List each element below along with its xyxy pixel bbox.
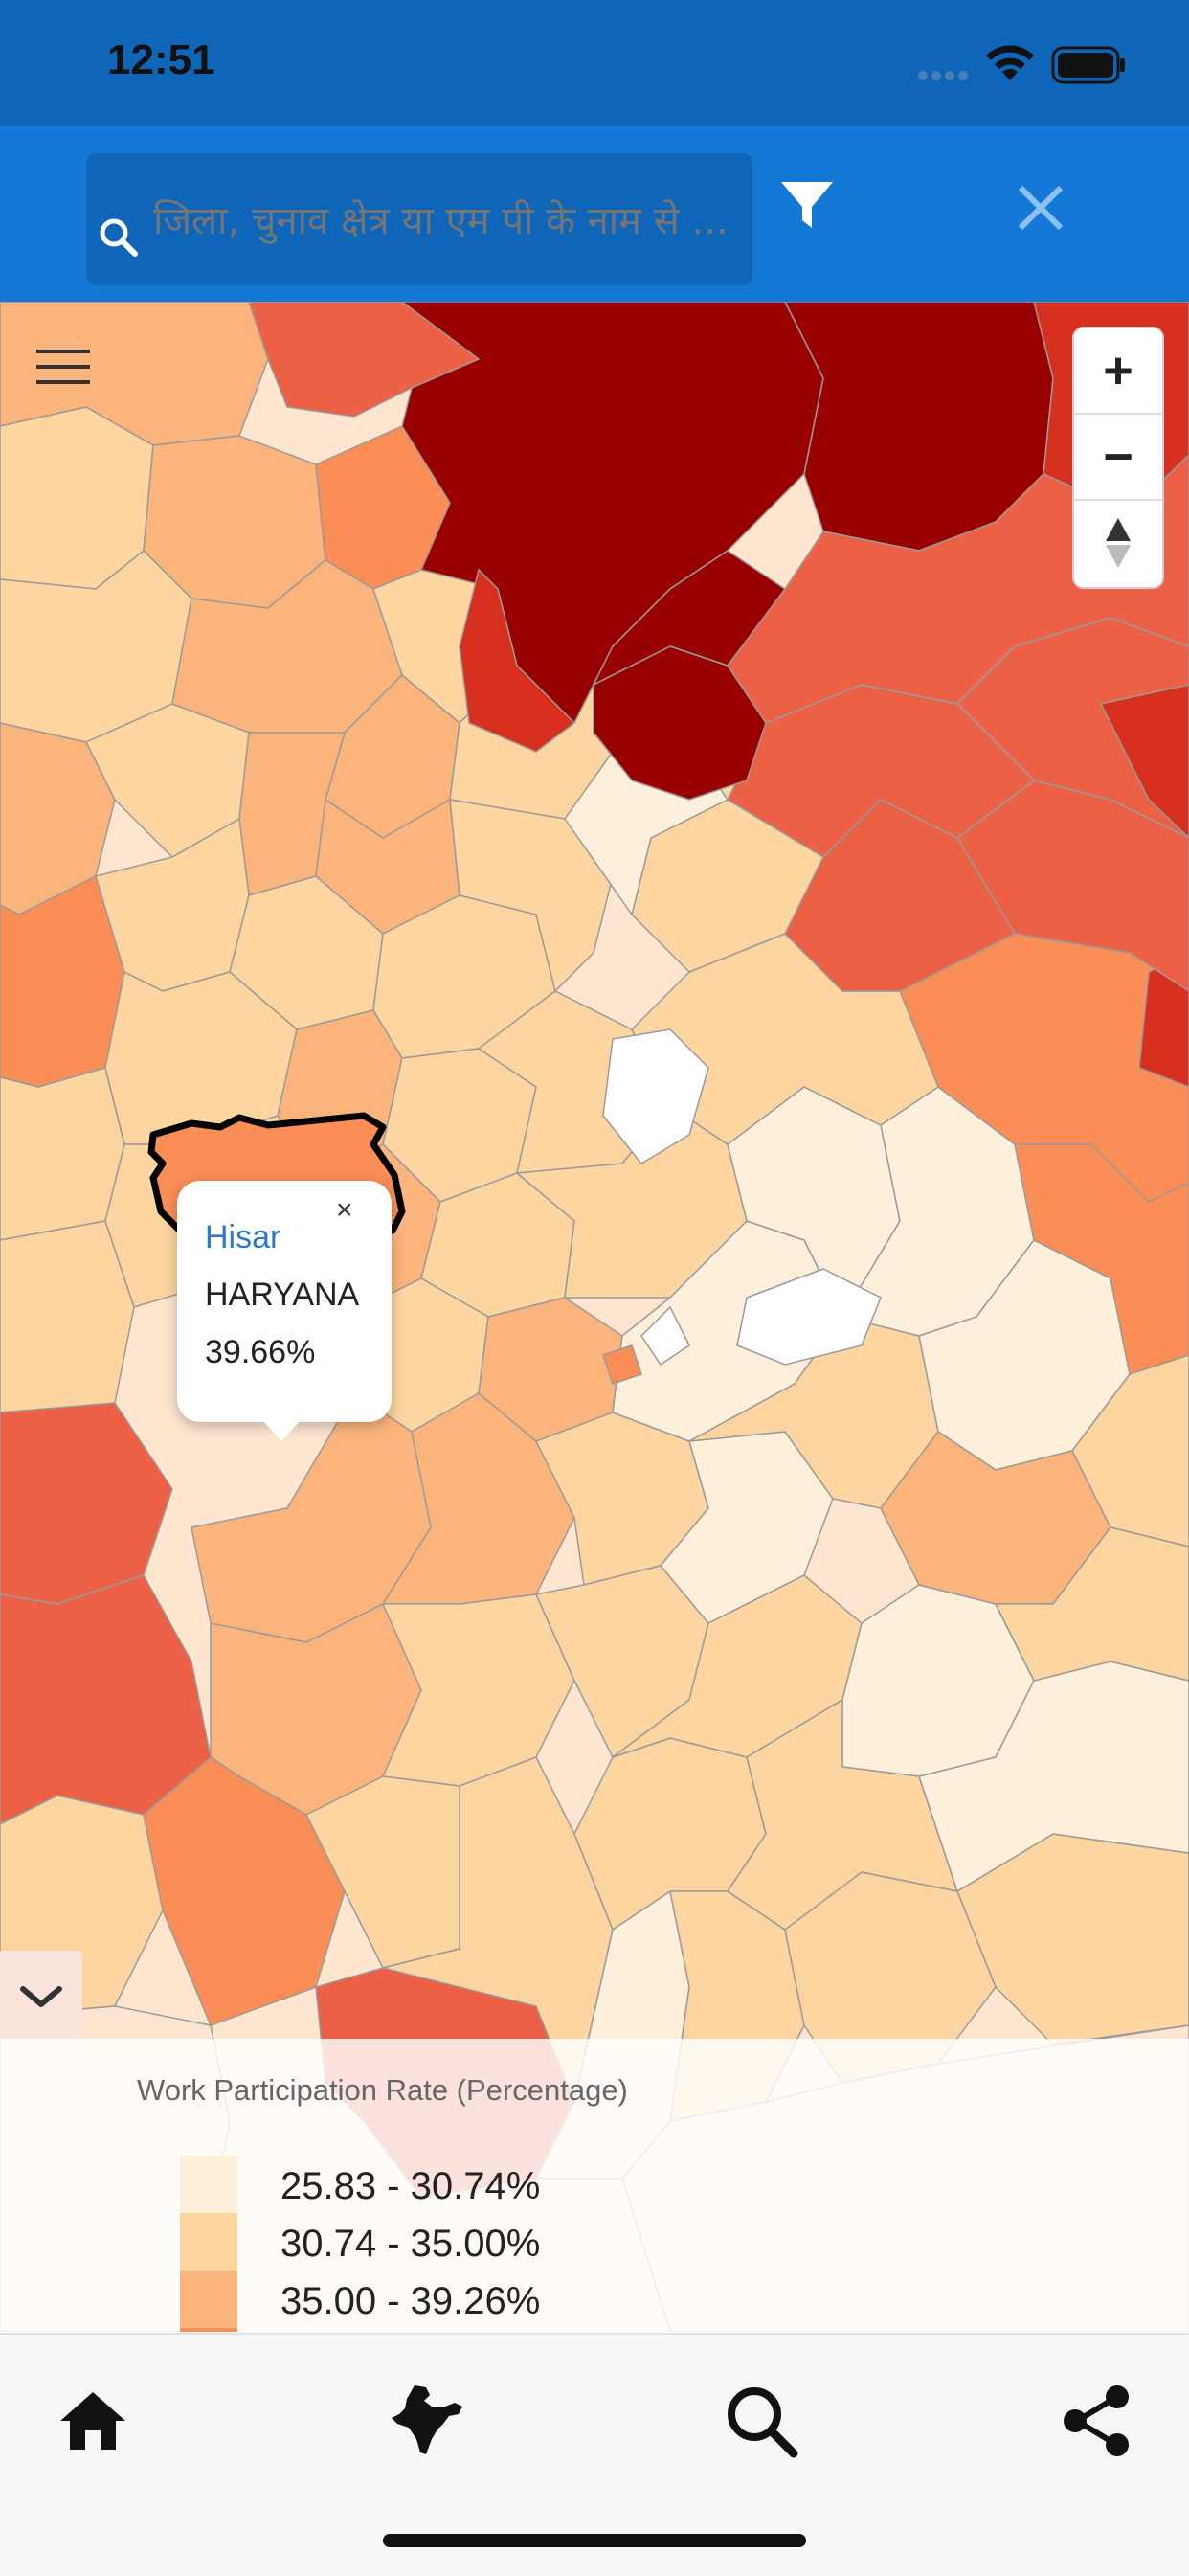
plus-icon: + [1103, 342, 1133, 399]
search-icon [728, 2387, 798, 2458]
hamburger-menu-icon[interactable] [36, 348, 90, 386]
legend-toggle-button[interactable] [0, 1951, 82, 2039]
district-popup: × Hisar HARYANA 39.66% [177, 1181, 392, 1422]
legend-swatch [180, 2328, 237, 2332]
choropleth-map[interactable]: + − × Hisar HARYANA 39.66% Work Particip… [0, 302, 1189, 2332]
share-icon [1064, 2385, 1129, 2456]
status-bar: 12:51 [0, 0, 1189, 126]
legend-swatch [180, 2213, 237, 2271]
popup-district-name[interactable]: Hisar [205, 1219, 280, 1256]
search-input[interactable] [151, 192, 739, 251]
zoom-control: + − [1072, 327, 1164, 589]
compass-north-icon [1106, 518, 1131, 568]
popup-state-name: HARYANA [205, 1277, 360, 1313]
map-district [0, 1220, 135, 1413]
home-icon [60, 2392, 125, 2450]
minus-icon: − [1103, 428, 1133, 486]
search-box[interactable] [86, 153, 752, 285]
popup-close-icon[interactable]: × [336, 1194, 353, 1227]
legend-label: 25.83 - 30.74% [280, 2165, 541, 2207]
search-header [0, 126, 1189, 302]
cellular-signal-icon [918, 71, 968, 80]
map-legend: Work Participation Rate (Percentage) 25.… [0, 2039, 1189, 2332]
popup-value: 39.66% [205, 1334, 316, 1370]
search-icon [100, 218, 138, 257]
wifi-icon [986, 45, 1034, 80]
tab-india-map[interactable] [377, 2373, 473, 2469]
tab-home[interactable] [45, 2373, 141, 2469]
close-icon[interactable] [1015, 182, 1066, 234]
filter-icon[interactable] [777, 176, 837, 236]
map-district [0, 1067, 125, 1241]
tab-share[interactable] [1048, 2373, 1144, 2469]
home-indicator [383, 2534, 806, 2547]
status-time: 12:51 [107, 36, 215, 83]
chevron-down-icon [20, 1986, 62, 2007]
zoom-out-button[interactable]: − [1074, 415, 1162, 501]
reset-bearing-button[interactable] [1074, 501, 1162, 585]
tab-search[interactable] [713, 2373, 809, 2469]
legend-title: Work Participation Rate (Percentage) [137, 2073, 628, 2107]
popup-pointer [260, 1418, 303, 1441]
legend-swatch [180, 2156, 237, 2213]
india-map-icon [392, 2385, 462, 2454]
battery-icon [1051, 46, 1125, 84]
zoom-in-button[interactable]: + [1074, 328, 1162, 415]
legend-swatch [180, 2271, 237, 2328]
legend-label: 30.74 - 35.00% [280, 2223, 541, 2265]
legend-label: 35.00 - 39.26% [280, 2280, 541, 2322]
